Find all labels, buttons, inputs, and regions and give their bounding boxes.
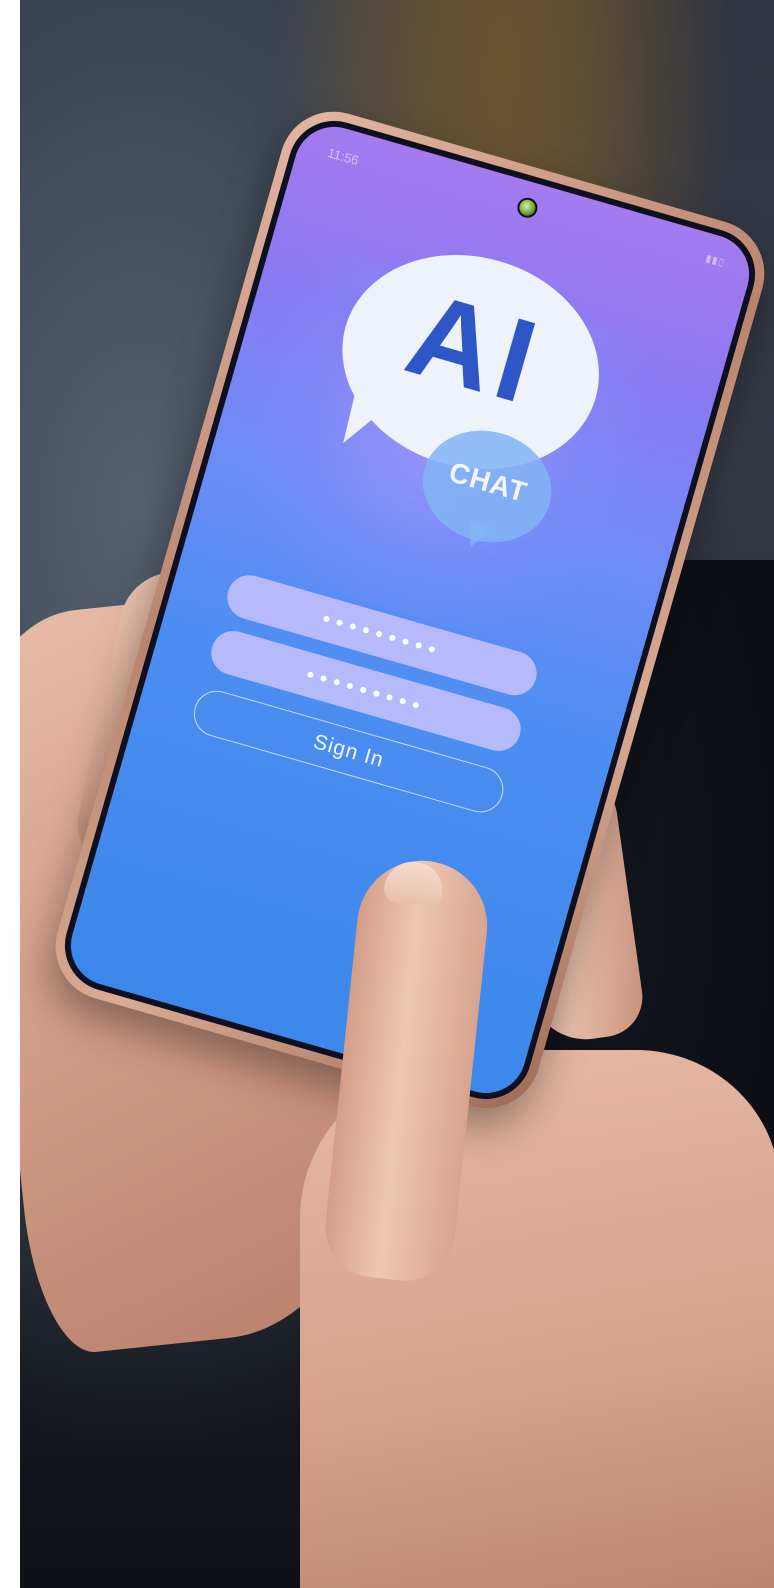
left-border <box>0 0 20 1588</box>
status-bar-time: 11:56 <box>325 144 361 169</box>
photo-scene: 11:56 ▮▮▯ AI CHAT ••••••••• ••••••••• Si… <box>0 0 774 1588</box>
signal-icon: ▮▮▯ <box>704 253 727 270</box>
front-camera-icon <box>515 195 540 221</box>
